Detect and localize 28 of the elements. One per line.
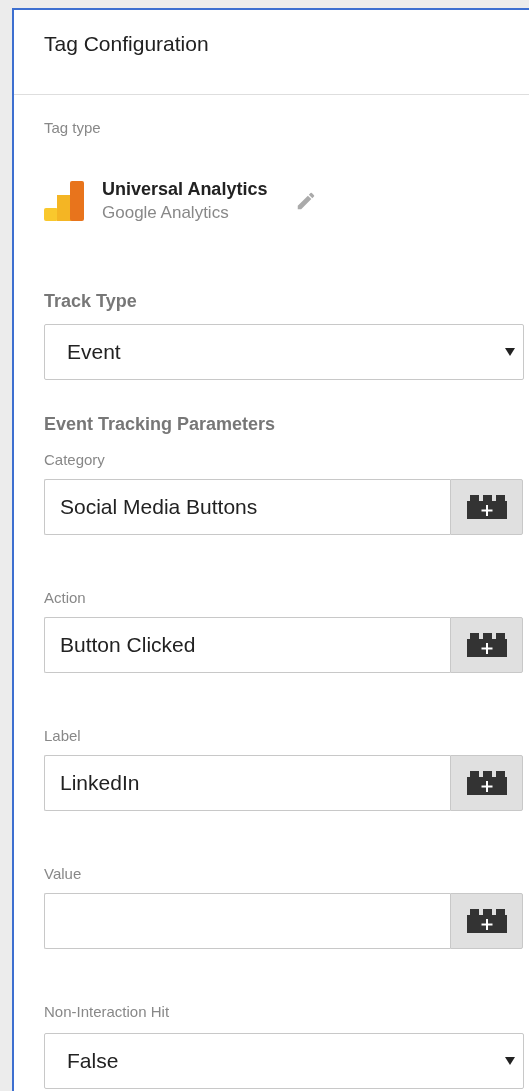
variable-button[interactable] [450,755,523,811]
variable-brick-icon [466,909,507,933]
field-label: Label [44,727,81,744]
field-label: Track Type [44,291,137,312]
input-field[interactable]: LinkedIn [44,755,450,811]
variable-brick-icon [466,771,507,795]
field-label: Value [44,865,82,882]
variable-button[interactable] [450,617,523,673]
track-type-select[interactable]: Event [44,324,524,380]
dropdown-select[interactable]: False [44,1033,524,1089]
dropdown-caret-icon [505,1057,515,1065]
input-field[interactable]: Social Media Buttons [44,479,450,535]
tag-type-name: Universal Analytics [102,179,268,200]
input-field[interactable] [44,893,450,949]
variable-button[interactable] [450,479,523,535]
variable-button[interactable] [450,893,523,949]
input-field[interactable]: Button Clicked [44,617,450,673]
field-label: Category [44,451,105,468]
variable-brick-icon [466,495,507,519]
field-label: Non-Interaction Hit [44,1003,170,1020]
field-label: Tag type [44,119,101,136]
tag-type-vendor: Google Analytics [102,203,230,223]
variable-brick-icon [466,633,507,657]
dropdown-caret-icon [505,348,515,356]
bar-chart-logo-icon [44,181,84,221]
panel-title: Tag Configuration [44,32,210,56]
field-label: Action [44,589,86,606]
section-title: Event Tracking Parameters [44,414,276,435]
